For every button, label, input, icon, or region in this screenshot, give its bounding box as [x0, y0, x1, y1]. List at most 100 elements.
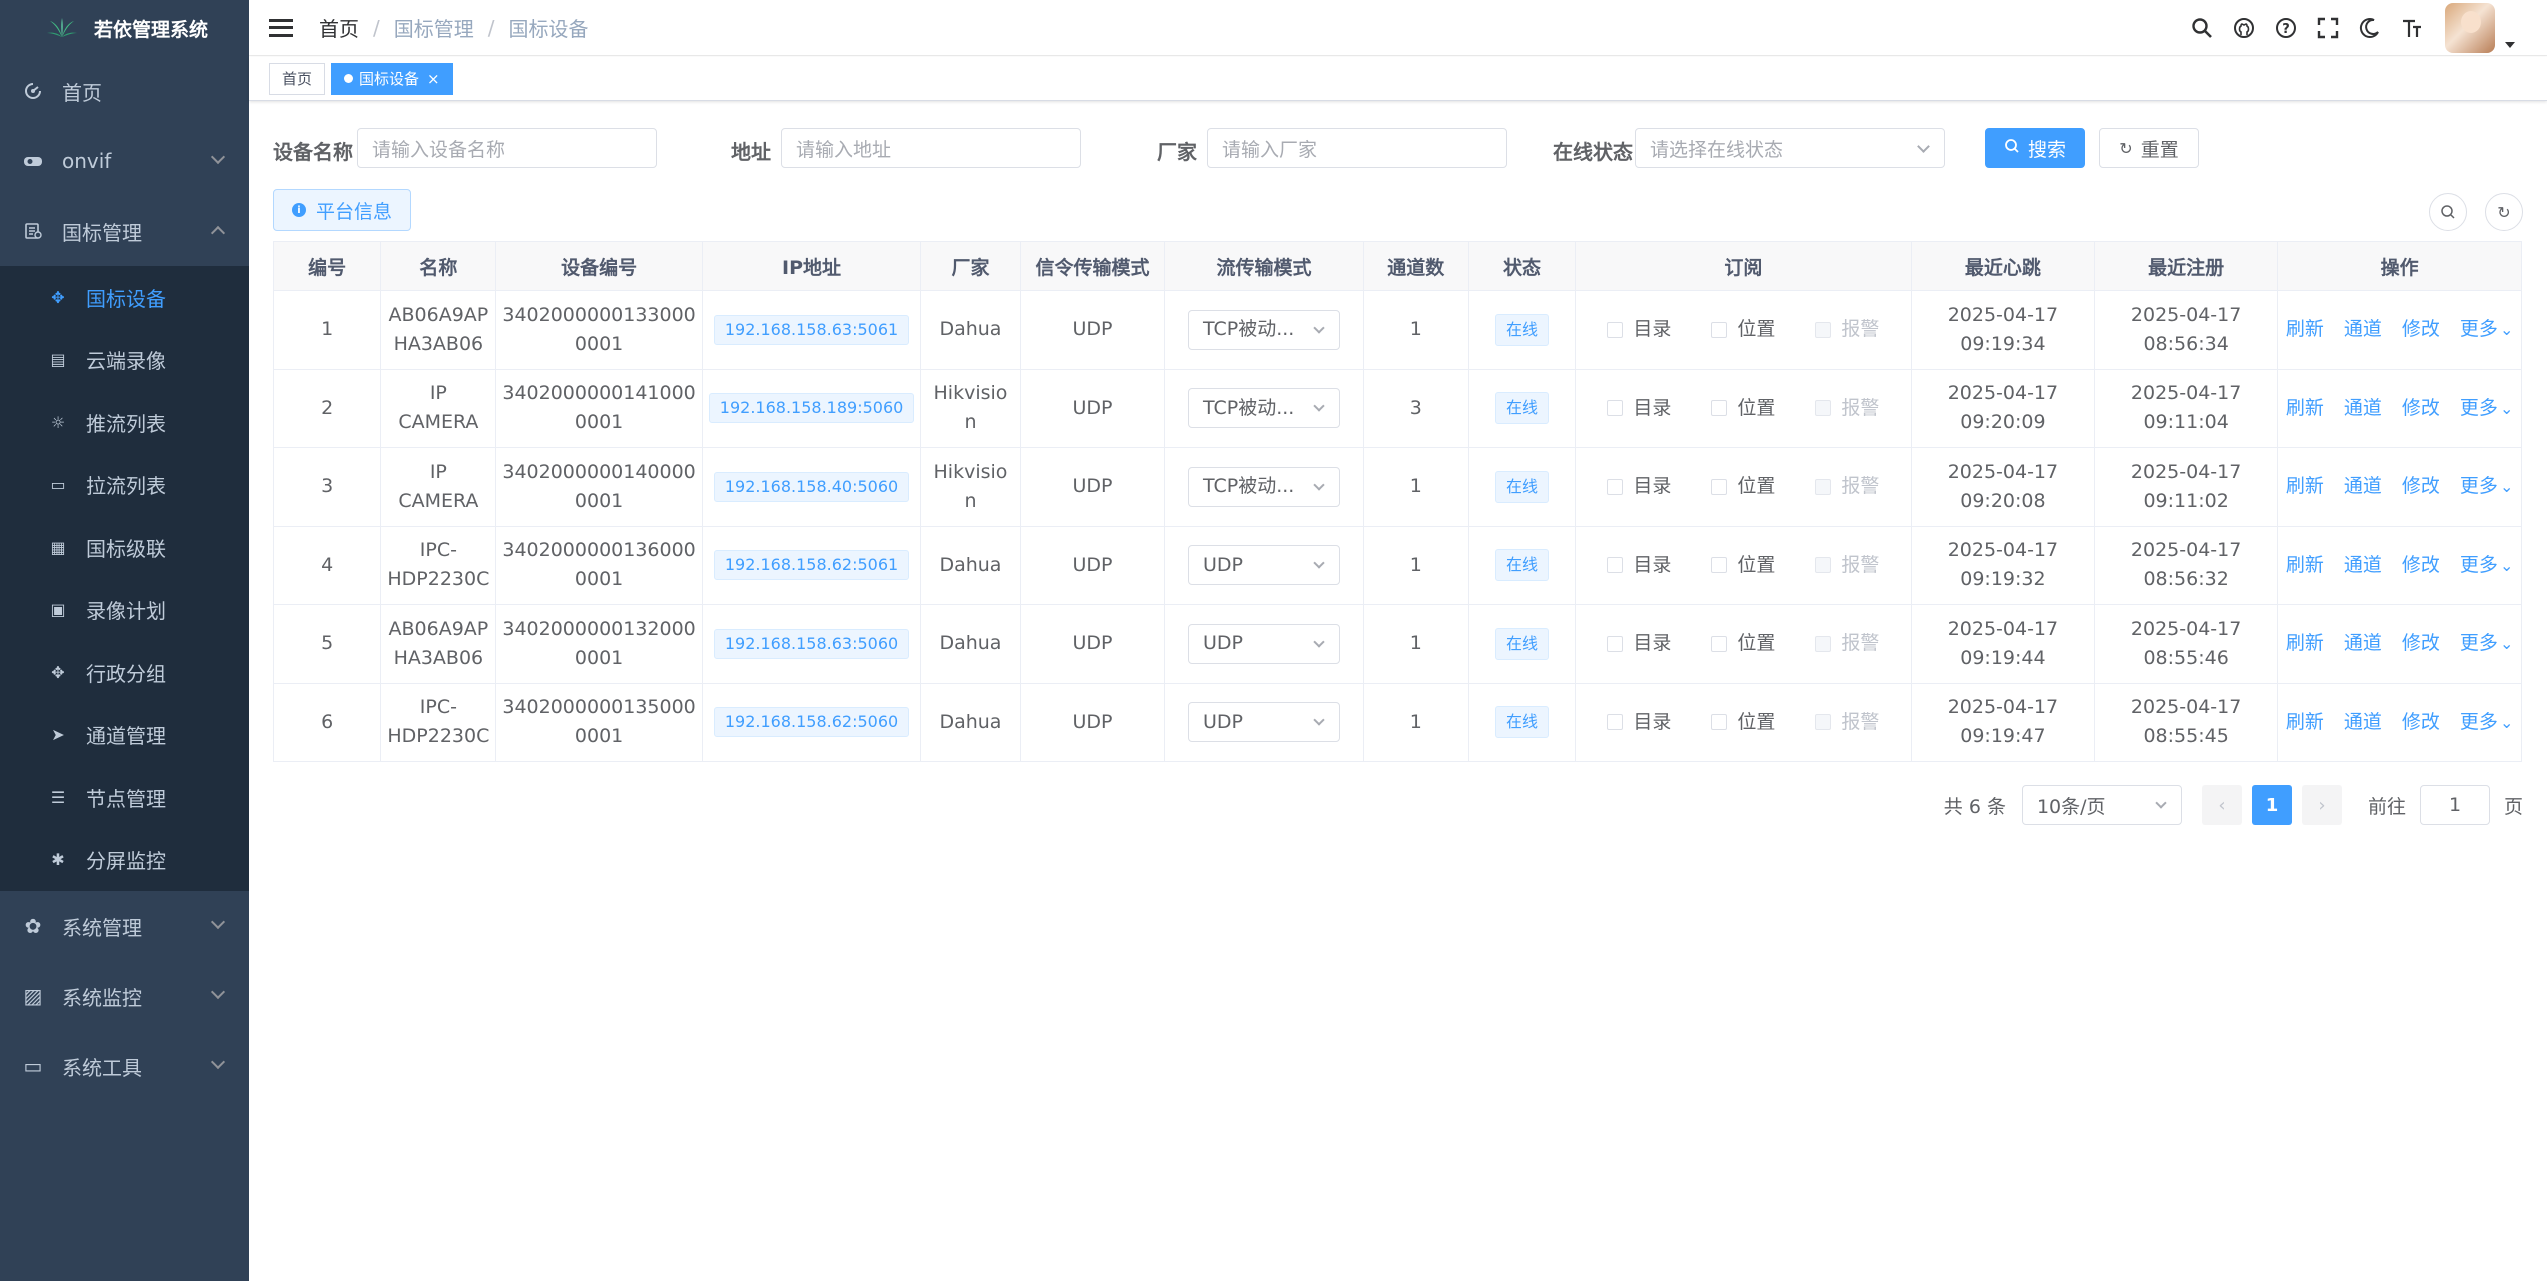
stream-mode-select[interactable]: UDP — [1188, 702, 1340, 743]
sidebar-item-onvif[interactable]: onvif — [0, 126, 249, 196]
refresh-link[interactable]: 刷新 — [2286, 394, 2324, 423]
more-dropdown[interactable]: 更多 — [2460, 629, 2513, 658]
breadcrumb-item[interactable]: 首页 — [319, 13, 359, 42]
sidebar-item-system-tools[interactable]: ▭ 系统工具 — [0, 1031, 249, 1101]
next-page-button[interactable]: › — [2301, 785, 2342, 825]
subscribe-catalog-checkbox[interactable]: 目录 — [1607, 551, 1671, 580]
stream-mode-value: UDP — [1203, 710, 1243, 733]
refresh-table-button[interactable]: ↻ — [2485, 193, 2523, 231]
page-number-button[interactable]: 1 — [2251, 785, 2292, 825]
more-dropdown[interactable]: 更多 — [2460, 708, 2513, 737]
edit-link[interactable]: 修改 — [2402, 551, 2440, 580]
sidebar-item-channel-manage[interactable]: ➤ 通道管理 — [0, 704, 249, 767]
more-dropdown[interactable]: 更多 — [2460, 472, 2513, 501]
sidebar-item-record-plan[interactable]: ▣ 录像计划 — [0, 579, 249, 642]
breadcrumb-separator: / — [373, 15, 380, 40]
cell-ip: 192.168.158.189:5060 — [702, 369, 922, 448]
edit-link[interactable]: 修改 — [2402, 629, 2440, 658]
theme-icon[interactable] — [2349, 7, 2391, 49]
vendor-input[interactable]: 请输入厂家 — [1207, 128, 1507, 168]
subscribe-catalog-checkbox[interactable]: 目录 — [1607, 708, 1671, 737]
toggle-search-button[interactable] — [2429, 193, 2467, 231]
sidebar-item-home[interactable]: 首页 — [0, 56, 249, 126]
subscribe-catalog-checkbox[interactable]: 目录 — [1607, 315, 1671, 344]
channel-link[interactable]: 通道 — [2344, 315, 2382, 344]
subscribe-position-checkbox[interactable]: 位置 — [1711, 629, 1775, 658]
caret-down-icon[interactable] — [2505, 42, 2515, 48]
channel-link[interactable]: 通道 — [2344, 472, 2382, 501]
sidebar-item-system-manage[interactable]: ✿ 系统管理 — [0, 891, 249, 961]
checkbox-label: 目录 — [1633, 632, 1672, 655]
more-dropdown[interactable]: 更多 — [2460, 551, 2513, 580]
tag-label: 国标设备 — [359, 69, 420, 88]
edit-link[interactable]: 修改 — [2402, 708, 2440, 737]
prev-page-button[interactable]: ‹ — [2201, 785, 2242, 825]
page-size-select[interactable]: 10条/页 — [2021, 785, 2182, 825]
stream-mode-select[interactable]: TCP被动... — [1188, 309, 1340, 350]
subscribe-position-checkbox[interactable]: 位置 — [1711, 394, 1775, 423]
subscribe-catalog-checkbox[interactable]: 目录 — [1607, 394, 1671, 423]
channel-link[interactable]: 通道 — [2344, 708, 2382, 737]
sidebar-item-push-list[interactable]: ☼ 推流列表 — [0, 391, 249, 454]
cell-register: 2025-04-17 09:11:04 — [2094, 369, 2279, 448]
subscribe-catalog-checkbox[interactable]: 目录 — [1607, 629, 1671, 658]
edit-link[interactable]: 修改 — [2402, 394, 2440, 423]
goto-page-input[interactable] — [2419, 785, 2490, 825]
font-size-icon[interactable] — [2391, 7, 2433, 49]
cell-ip: 192.168.158.63:5060 — [702, 604, 922, 684]
app-logo[interactable]: 若依管理系统 — [0, 0, 249, 56]
subscribe-catalog-checkbox[interactable]: 目录 — [1607, 472, 1671, 501]
more-dropdown[interactable]: 更多 — [2460, 394, 2513, 423]
sidebar-item-cloud-record[interactable]: ▤ 云端录像 — [0, 329, 249, 392]
more-dropdown[interactable]: 更多 — [2460, 315, 2513, 344]
heartbeat-time: 09:19:32 — [1960, 568, 2046, 591]
tag-gb-device[interactable]: 国标设备 × — [331, 62, 453, 95]
column-header: 操作 — [2277, 241, 2522, 291]
address-input[interactable]: 请输入地址 — [781, 128, 1081, 168]
reset-button[interactable]: ↻ 重置 — [2099, 128, 2199, 168]
checkbox-box — [1815, 557, 1832, 574]
channel-link[interactable]: 通道 — [2344, 394, 2382, 423]
refresh-link[interactable]: 刷新 — [2286, 551, 2324, 580]
edit-link[interactable]: 修改 — [2402, 315, 2440, 344]
close-icon[interactable]: × — [427, 64, 440, 94]
sidebar-item-admin-group[interactable]: ✥ 行政分组 — [0, 641, 249, 704]
subscribe-position-checkbox[interactable]: 位置 — [1711, 708, 1775, 737]
cell-vendor: Dahua — [920, 683, 1021, 762]
sidebar-item-gb-manage[interactable]: 国标管理 — [0, 196, 249, 266]
help-icon[interactable]: ? — [2265, 7, 2307, 49]
channel-link[interactable]: 通道 — [2344, 551, 2382, 580]
subscribe-position-checkbox[interactable]: 位置 — [1711, 472, 1775, 501]
cell-signal-mode: UDP — [1020, 604, 1166, 684]
sidebar-item-system-monitor[interactable]: ▨ 系统监控 — [0, 961, 249, 1031]
sidebar-item-gb-device[interactable]: ✥ 国标设备 — [0, 266, 249, 329]
refresh-link[interactable]: 刷新 — [2286, 629, 2324, 658]
sidebar-item-gb-cascade[interactable]: ▦ 国标级联 — [0, 516, 249, 579]
channel-link[interactable]: 通道 — [2344, 629, 2382, 658]
sidebar-item-split-monitor[interactable]: ✱ 分屏监控 — [0, 829, 249, 892]
refresh-link[interactable]: 刷新 — [2286, 472, 2324, 501]
stream-mode-select[interactable]: TCP被动... — [1188, 466, 1340, 507]
fullscreen-icon[interactable] — [2307, 7, 2349, 49]
github-icon[interactable] — [2223, 7, 2265, 49]
subscribe-position-checkbox[interactable]: 位置 — [1711, 315, 1775, 344]
subscribe-position-checkbox[interactable]: 位置 — [1711, 551, 1775, 580]
platform-info-button[interactable]: i 平台信息 — [273, 189, 412, 231]
stream-mode-select[interactable]: UDP — [1188, 623, 1340, 664]
tag-home[interactable]: 首页 — [269, 62, 326, 95]
avatar[interactable] — [2445, 3, 2495, 53]
refresh-link[interactable]: 刷新 — [2286, 315, 2324, 344]
device-name-input[interactable]: 请输入设备名称 — [357, 128, 657, 168]
search-button[interactable]: 搜索 — [1985, 128, 2085, 168]
search-icon[interactable] — [2181, 7, 2223, 49]
online-status-select[interactable]: 请选择在线状态 — [1635, 128, 1945, 168]
stream-mode-select[interactable]: TCP被动... — [1188, 388, 1340, 429]
refresh-link[interactable]: 刷新 — [2286, 708, 2324, 737]
edit-link[interactable]: 修改 — [2402, 472, 2440, 501]
stream-mode-select[interactable]: UDP — [1188, 545, 1340, 586]
sidebar-item-pull-list[interactable]: ▭ 拉流列表 — [0, 454, 249, 517]
stream-mode-value: TCP被动... — [1203, 318, 1295, 341]
hamburger-icon[interactable] — [269, 16, 293, 40]
sidebar-item-node-manage[interactable]: ☰ 节点管理 — [0, 766, 249, 829]
cloud-record-icon: ▤ — [50, 350, 66, 370]
